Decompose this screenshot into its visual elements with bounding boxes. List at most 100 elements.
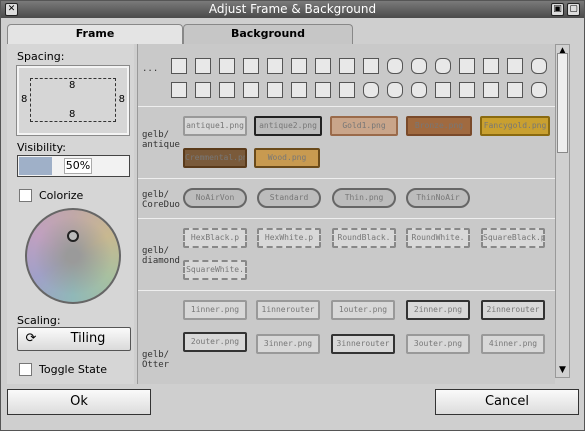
frame-swatch[interactable] [411,82,427,98]
frame-swatch[interactable] [267,82,283,98]
row-label-coreduo: gelb/ CoreDuo [142,190,180,210]
frame-tile[interactable]: Cremmental.png [183,148,247,168]
frame-tile[interactable]: 3innerouter [331,334,395,354]
frame-tile[interactable]: RoundBlack. [332,228,396,248]
visibility-fill [19,157,53,175]
frame-tile[interactable]: HexBlack.p [183,228,247,248]
colorize-checkbox[interactable] [19,189,32,202]
visibility-label: Visibility: [17,141,67,154]
frame-tile[interactable]: Standard [257,188,321,208]
frame-swatch[interactable] [243,82,259,98]
frame-swatch[interactable] [171,58,187,74]
scroll-down-icon[interactable]: ▼ [556,364,569,377]
frame-swatch[interactable] [411,58,427,74]
vertical-scrollbar[interactable]: ▲ ▼ [555,44,570,378]
frame-swatch[interactable] [507,58,523,74]
frame-swatch[interactable] [459,58,475,74]
frame-tile[interactable]: NoAirVon [183,188,247,208]
frame-tile[interactable]: RoundWhite. [406,228,470,248]
scaling-value: Tiling [70,331,106,346]
window-title: Adjust Frame & Background [208,2,377,16]
frame-tile[interactable]: 2outer.png [183,332,247,352]
frame-tile[interactable]: 1innerouter [256,300,320,320]
color-wheel-handle[interactable] [67,230,79,242]
frame-tile[interactable]: ThinNoAir [406,188,470,208]
frame-tile[interactable]: antique2.png [254,116,322,136]
color-wheel[interactable] [25,208,121,304]
frame-swatch[interactable] [387,82,403,98]
frame-swatch[interactable] [531,82,547,98]
frame-swatch[interactable] [219,82,235,98]
scroll-thumb[interactable] [557,53,568,153]
frame-tile[interactable]: 2inner.png [406,300,470,320]
frame-swatch[interactable] [315,58,331,74]
frame-tile[interactable]: antique1.png [183,116,247,136]
frame-swatch[interactable] [459,82,475,98]
tab-bar: Frame Background [7,24,579,44]
scaling-button[interactable]: ⟳ Tiling [17,327,131,351]
frame-swatch[interactable] [243,58,259,74]
spacing-label: Spacing: [17,50,65,63]
frame-tile[interactable]: 3outer.png [406,334,470,354]
divider [138,106,555,107]
spacing-top[interactable]: 8 [69,80,75,91]
tab-frame[interactable]: Frame [7,24,183,44]
frame-tile[interactable]: 3inner.png [256,334,320,354]
spacing-right[interactable]: 8 [119,94,125,105]
frame-swatch[interactable] [387,58,403,74]
frame-swatch[interactable] [435,58,451,74]
frame-swatch[interactable] [339,82,355,98]
frame-swatch[interactable] [219,58,235,74]
spacing-bottom[interactable]: 8 [69,109,75,120]
frame-list: ... gelb/ antique antique1.png antique2.… [137,44,555,384]
visibility-value: 50% [64,158,92,174]
close-icon[interactable]: ▢ [567,3,580,16]
frame-swatch[interactable] [171,82,187,98]
frame-swatch[interactable] [267,58,283,74]
frame-tile[interactable]: HexWhite.p [257,228,321,248]
ok-button[interactable]: Ok [7,389,151,415]
tab-background[interactable]: Background [183,24,353,44]
scaling-label: Scaling: [17,314,61,327]
refresh-icon: ⟳ [25,331,37,346]
spacing-left[interactable]: 8 [21,94,27,105]
frame-tile[interactable]: 4inner.png [481,334,545,354]
frame-swatch[interactable] [315,82,331,98]
frame-swatch[interactable] [483,82,499,98]
row-label-otter: gelb/ Otter [142,350,170,370]
frame-tile[interactable]: 1outer.png [331,300,395,320]
frame-swatch[interactable] [195,82,211,98]
frame-swatch[interactable] [291,82,307,98]
frame-tile[interactable]: Gold1.png [330,116,398,136]
row-label-basic: ... [142,64,159,74]
divider [138,290,555,291]
frame-swatch[interactable] [291,58,307,74]
divider [138,178,555,179]
frame-swatch[interactable] [363,82,379,98]
frame-tile[interactable]: Wood.png [254,148,320,168]
spacing-editor[interactable]: 8 8 8 8 [16,65,130,136]
visibility-slider[interactable]: 50% [17,155,130,177]
frame-tile[interactable]: Thin.png [332,188,396,208]
toggle-state-checkbox[interactable] [19,363,32,376]
frame-swatch[interactable] [435,82,451,98]
colorize-label: Colorize [39,189,84,202]
title-bar[interactable]: ✕ Adjust Frame & Background ▣ ▢ [1,1,584,18]
frame-swatch[interactable] [483,58,499,74]
frame-swatch[interactable] [363,58,379,74]
row-label-diamond: gelb/ diamond [142,246,180,266]
frame-tile[interactable]: 1inner.png [183,300,247,320]
frame-swatch[interactable] [339,58,355,74]
frame-tile[interactable]: SquareBlack.p [481,228,545,248]
frame-tile[interactable]: SquareWhite. [183,260,247,280]
frame-settings-panel: Spacing: 8 8 8 8 Visibility: 50% Coloriz… [7,44,134,384]
window-menu-icon[interactable]: ✕ [5,3,18,16]
cancel-button[interactable]: Cancel [435,389,579,415]
frame-tile[interactable]: Fancygold.png [480,116,550,136]
shade-icon[interactable]: ▣ [551,3,564,16]
frame-swatch[interactable] [195,58,211,74]
frame-swatch[interactable] [507,82,523,98]
frame-tile[interactable]: Bronze.png [406,116,472,136]
frame-tile[interactable]: 2innerouter [481,300,545,320]
frame-swatch[interactable] [531,58,547,74]
